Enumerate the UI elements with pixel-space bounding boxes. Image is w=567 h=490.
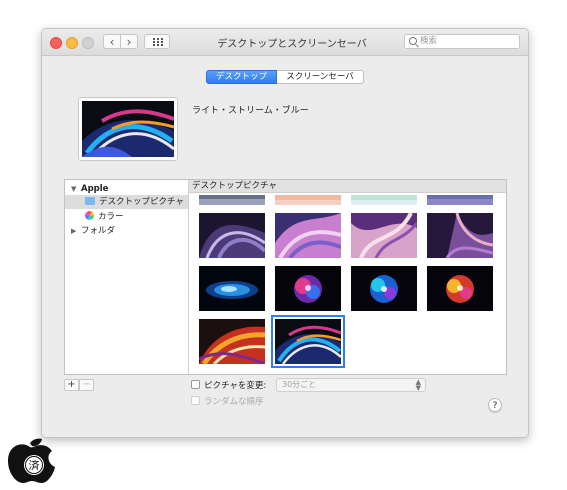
show-all-button[interactable] — [144, 34, 170, 49]
wallpaper-thumbnail[interactable] — [199, 266, 265, 311]
wallpaper-thumbnail[interactable] — [351, 266, 417, 311]
wallpaper-thumbnail[interactable] — [351, 195, 417, 205]
help-label: ? — [492, 401, 498, 411]
wallpaper-thumbnail[interactable] — [351, 213, 417, 258]
disclosure-open-icon: ▼ — [71, 185, 77, 193]
sidebar-item-label: デスクトップピクチャ — [99, 197, 184, 207]
wallpaper-preview-image — [82, 101, 175, 158]
wallpaper-thumbnail[interactable] — [199, 213, 265, 258]
source-sidebar: ▼ Apple デスクトップピクチャ カラー ▶ フォルダ — [65, 180, 189, 374]
minimize-button[interactable] — [66, 37, 78, 49]
tab-screensaver[interactable]: スクリーンセーバ — [277, 70, 364, 84]
wallpaper-thumbnail[interactable] — [275, 213, 341, 258]
sidebar-item-label: カラー — [98, 212, 124, 222]
tab-desktop[interactable]: デスクトップ — [206, 70, 277, 84]
random-order-checkbox[interactable] — [191, 396, 200, 405]
chevron-left-icon: ‹ — [109, 34, 115, 49]
sidebar-group-label: Apple — [81, 184, 109, 194]
search-icon — [409, 37, 417, 45]
random-order-label: ランダムな順序 — [204, 397, 264, 407]
add-folder-button[interactable]: + — [64, 379, 79, 391]
wallpaper-thumbnail[interactable] — [199, 195, 265, 205]
interval-value: 30分ごと — [282, 380, 317, 389]
zoom-button[interactable] — [82, 37, 94, 49]
wallpaper-thumbnail-selected[interactable] — [271, 315, 345, 368]
disclosure-closed-icon: ▶ — [71, 227, 77, 235]
close-button[interactable] — [50, 37, 62, 49]
title-bar: ‹ › デスクトップとスクリーンセーバ 検索 — [42, 29, 528, 56]
forward-button[interactable]: › — [120, 34, 138, 49]
sidebar-item-colors[interactable]: カラー — [85, 210, 124, 224]
wallpaper-name: ライト・ストリーム・ブルー — [192, 106, 309, 116]
color-wheel-icon — [85, 211, 94, 220]
sidebar-item-desktop-pictures[interactable]: デスクトップピクチャ — [65, 195, 188, 209]
wallpaper-thumbnail[interactable] — [199, 319, 265, 364]
remove-folder-button[interactable]: − — [79, 379, 94, 391]
wallpaper-thumbnail[interactable] — [427, 266, 493, 311]
updown-arrows-icon: ▲ ▼ — [415, 378, 421, 392]
grid-header: デスクトップピクチャ — [189, 180, 506, 193]
change-picture-label: ピクチャを変更: — [204, 381, 267, 391]
watermark-text: 済 — [29, 458, 40, 472]
apple-watermark-logo: 済 — [8, 438, 55, 483]
wallpaper-thumbnail[interactable] — [275, 266, 341, 311]
help-button[interactable]: ? — [488, 398, 502, 412]
folder-icon — [85, 197, 95, 205]
window-title: デスクトップとスクリーンセーバ — [217, 39, 367, 50]
current-wallpaper-preview — [78, 97, 178, 161]
wallpaper-thumbnail[interactable] — [275, 195, 341, 205]
picture-browser: ▼ Apple デスクトップピクチャ カラー ▶ フォルダ デスクトップピクチャ — [64, 179, 507, 375]
search-field[interactable]: 検索 — [404, 34, 520, 49]
back-button[interactable]: ‹ — [103, 34, 121, 49]
sidebar-group-apple[interactable]: ▼ Apple — [71, 182, 108, 196]
sidebar-group-folders[interactable]: ▶ フォルダ — [71, 224, 115, 238]
preferences-window: ‹ › デスクトップとスクリーンセーバ 検索 デスクトップ スクリーンセーバ ラ… — [41, 28, 529, 438]
sidebar-group-label: フォルダ — [81, 226, 116, 236]
change-picture-checkbox[interactable] — [191, 380, 200, 389]
search-placeholder: 検索 — [420, 36, 438, 46]
thumbnail-grid: デスクトップピクチャ — [189, 180, 506, 374]
chevron-right-icon: › — [126, 34, 132, 49]
wallpaper-thumbnail[interactable] — [427, 195, 493, 205]
wallpaper-thumbnail[interactable] — [427, 213, 493, 258]
interval-select[interactable]: 30分ごと ▲ ▼ — [276, 378, 426, 392]
